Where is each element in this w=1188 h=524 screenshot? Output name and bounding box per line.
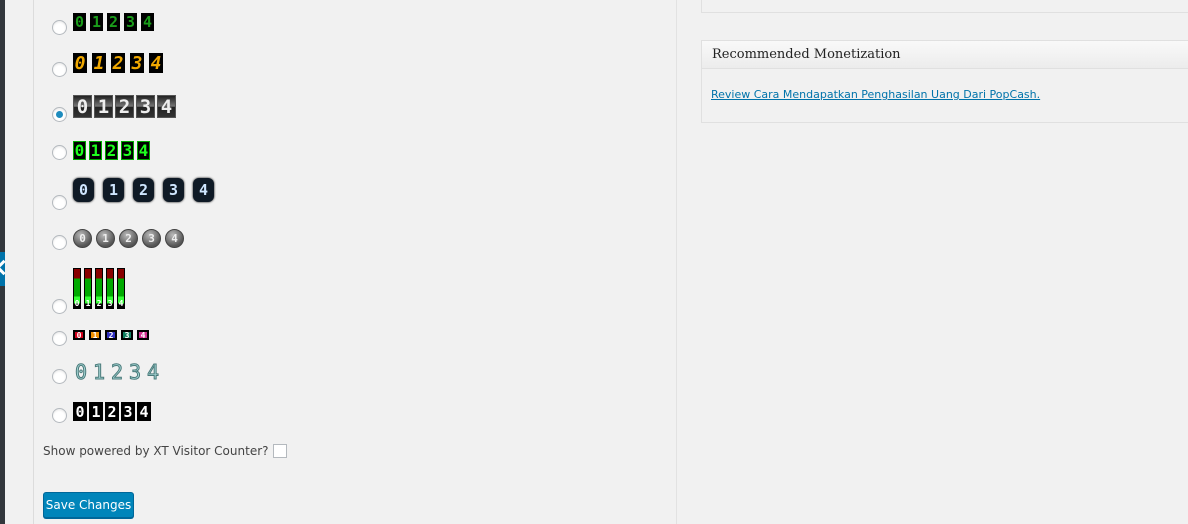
counter-style-radio-8[interactable] bbox=[52, 331, 67, 346]
counter-digit: 4 bbox=[141, 13, 154, 31]
counter-style-radio-10[interactable] bbox=[52, 408, 67, 423]
counter-digit: 4 bbox=[157, 95, 176, 118]
counter-style-radio-7[interactable] bbox=[52, 299, 67, 314]
counter-digit: 3 bbox=[142, 229, 161, 248]
counter-digit: 4 bbox=[149, 52, 163, 74]
counter-digit: 2 bbox=[115, 95, 134, 118]
powered-by-option: Show powered by XT Visitor Counter? bbox=[43, 444, 287, 458]
counter-style-radio-2[interactable] bbox=[52, 62, 67, 77]
counter-digit: 1 bbox=[84, 268, 92, 309]
counter-digit: 0 bbox=[73, 52, 87, 74]
counter-digit: 4 bbox=[117, 268, 125, 309]
counter-style-preview-1: 01234 bbox=[73, 13, 154, 31]
counter-style-radio-4[interactable] bbox=[52, 145, 67, 160]
counter-digit: 2 bbox=[95, 268, 103, 309]
counter-style-preview-10: 01234 bbox=[73, 402, 151, 421]
counter-digit: 2 bbox=[105, 402, 119, 421]
popcash-review-link[interactable]: Review Cara Mendapatkan Penghasilan Uang… bbox=[711, 88, 1040, 101]
counter-digit: 4 bbox=[137, 402, 151, 421]
counter-digit: 2 bbox=[133, 178, 154, 202]
counter-digit: 0 bbox=[73, 330, 85, 340]
counter-style-radio-3[interactable] bbox=[52, 107, 67, 122]
counter-digit: 4 bbox=[165, 229, 184, 248]
counter-digit: 0 bbox=[73, 141, 86, 160]
powered-by-checkbox[interactable] bbox=[272, 444, 287, 458]
counter-digit: 4 bbox=[137, 330, 149, 340]
counter-digit: 3 bbox=[121, 330, 133, 340]
counter-digit: 1 bbox=[89, 330, 101, 340]
counter-digit: 3 bbox=[121, 402, 135, 421]
counter-style-preview-4: 01234 bbox=[73, 141, 150, 160]
counter-digit: 3 bbox=[106, 268, 114, 309]
counter-digit: 0 bbox=[74, 360, 88, 385]
divider bbox=[33, 0, 34, 524]
divider bbox=[676, 0, 677, 524]
counter-digit: 4 bbox=[146, 360, 160, 385]
counter-digit: 1 bbox=[89, 141, 102, 160]
counter-style-radio-1[interactable] bbox=[52, 20, 67, 35]
counter-digit: 2 bbox=[105, 330, 117, 340]
counter-digit: 3 bbox=[128, 360, 142, 385]
current-menu-arrow-icon bbox=[0, 252, 5, 286]
counter-digit: 1 bbox=[92, 52, 106, 74]
counter-digit: 2 bbox=[119, 229, 138, 248]
counter-style-preview-7: 01234 bbox=[73, 268, 125, 309]
counter-digit: 1 bbox=[90, 13, 103, 31]
save-changes-button[interactable]: Save Changes bbox=[43, 492, 134, 518]
counter-style-radio-5[interactable] bbox=[52, 195, 67, 210]
counter-digit: 3 bbox=[130, 52, 144, 74]
counter-digit: 0 bbox=[73, 13, 86, 31]
counter-digit: 0 bbox=[73, 268, 81, 309]
counter-digit: 3 bbox=[136, 95, 155, 118]
counter-digit: 0 bbox=[73, 402, 87, 421]
counter-digit: 1 bbox=[89, 402, 103, 421]
counter-digit: 2 bbox=[105, 141, 118, 160]
monetization-title: Recommended Monetization bbox=[702, 41, 1188, 69]
counter-style-preview-8: 01234 bbox=[73, 330, 149, 340]
counter-style-preview-3: 01234 bbox=[73, 95, 176, 118]
counter-style-preview-5: 01234 bbox=[73, 178, 214, 202]
counter-digit: 2 bbox=[110, 360, 124, 385]
monetization-box: Recommended Monetization Review Cara Men… bbox=[701, 40, 1188, 123]
counter-digit: 2 bbox=[107, 13, 120, 31]
admin-sidebar bbox=[0, 0, 5, 524]
counter-digit: 1 bbox=[103, 178, 124, 202]
sidebar-box bbox=[701, 0, 1188, 13]
powered-by-label: Show powered by XT Visitor Counter? bbox=[43, 444, 269, 458]
counter-digit: 1 bbox=[94, 95, 113, 118]
counter-digit: 1 bbox=[96, 229, 115, 248]
counter-digit: 0 bbox=[73, 178, 94, 202]
counter-digit: 1 bbox=[92, 360, 106, 385]
counter-digit: 2 bbox=[111, 52, 125, 74]
counter-digit: 4 bbox=[193, 178, 214, 202]
counter-digit: 3 bbox=[124, 13, 137, 31]
counter-style-preview-6: 01234 bbox=[73, 229, 184, 248]
counter-digit: 3 bbox=[163, 178, 184, 202]
counter-digit: 4 bbox=[137, 141, 150, 160]
counter-style-preview-9: 01234 bbox=[73, 360, 161, 385]
counter-style-preview-2: 01234 bbox=[73, 52, 163, 74]
counter-digit: 0 bbox=[73, 229, 92, 248]
counter-digit: 0 bbox=[73, 95, 92, 118]
counter-digit: 3 bbox=[121, 141, 134, 160]
counter-style-radio-6[interactable] bbox=[52, 235, 67, 250]
counter-style-radio-9[interactable] bbox=[52, 369, 67, 384]
